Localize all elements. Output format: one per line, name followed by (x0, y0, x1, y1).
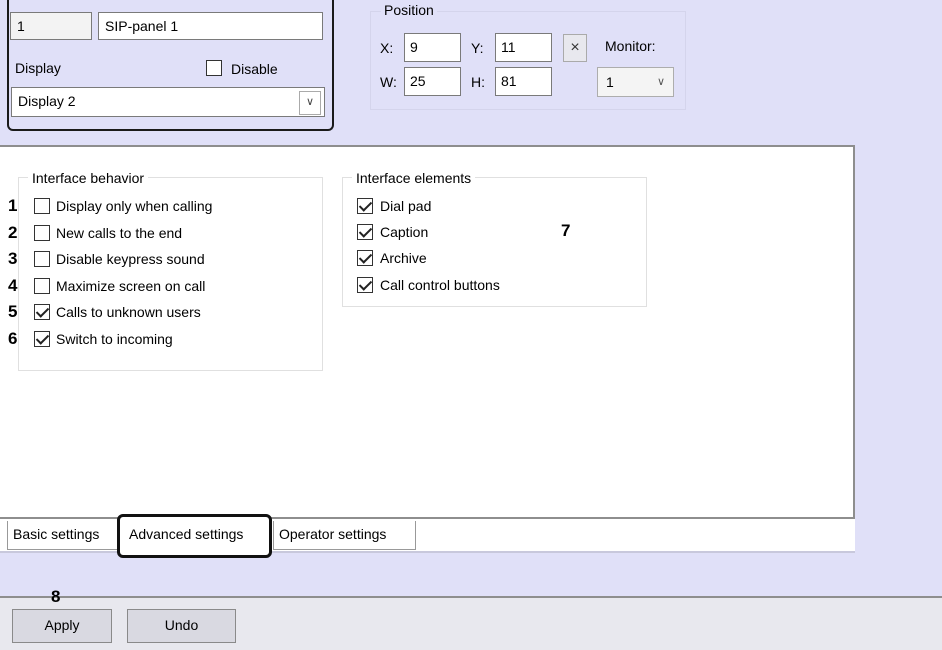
apply-button[interactable]: Apply (12, 609, 112, 643)
close-icon: × (570, 39, 580, 56)
new-calls-to-end-label: New calls to the end (56, 225, 183, 241)
disable-label: Disable (231, 61, 278, 77)
marker-1: 1 (8, 196, 18, 215)
switch-to-incoming-label: Switch to incoming (56, 331, 173, 347)
caption-label: Caption (380, 224, 429, 240)
undo-button[interactable]: Undo (127, 609, 236, 643)
tab-operator-settings[interactable]: Operator settings (273, 521, 416, 550)
dial-pad-label: Dial pad (380, 198, 432, 214)
position-title: Position (381, 2, 437, 18)
marker-4: 4 (8, 276, 18, 295)
chevron-down-icon[interactable]: ∨ (299, 91, 321, 115)
interface-behavior-title: Interface behavior (28, 170, 149, 186)
maximize-screen-on-call-checkbox[interactable] (34, 278, 50, 294)
marker-6: 6 (8, 329, 18, 348)
calls-to-unknown-users-checkbox[interactable] (34, 304, 50, 320)
clear-position-button[interactable]: × (563, 34, 587, 62)
x-label: X: (380, 40, 394, 56)
x-input[interactable]: 9 (404, 33, 461, 62)
display-only-when-calling-label: Display only when calling (56, 198, 213, 214)
marker-2: 2 (8, 223, 18, 242)
call-control-buttons-checkbox[interactable] (357, 277, 373, 293)
new-calls-to-end-checkbox[interactable] (34, 225, 50, 241)
disable-keypress-sound-label: Disable keypress sound (56, 251, 205, 267)
call-control-buttons-label: Call control buttons (380, 277, 500, 293)
monitor-select[interactable]: 1 ∨ (597, 67, 674, 97)
tab-basic-settings[interactable]: Basic settings (7, 521, 127, 550)
h-label: H: (471, 74, 485, 90)
y-label: Y: (471, 40, 484, 56)
archive-checkbox[interactable] (357, 250, 373, 266)
switch-to-incoming-checkbox[interactable] (34, 331, 50, 347)
monitor-select-value: 1 (606, 74, 614, 90)
display-label: Display (15, 60, 61, 76)
display-select[interactable]: Display 2 ∨ (11, 87, 325, 117)
name-field[interactable]: SIP-panel 1 (98, 12, 323, 40)
chevron-down-icon: ∨ (656, 76, 665, 88)
monitor-label: Monitor: (605, 38, 656, 54)
caption-checkbox[interactable] (357, 224, 373, 240)
w-input[interactable]: 25 (404, 67, 461, 96)
marker-5: 5 (8, 302, 18, 321)
w-label: W: (380, 74, 397, 90)
h-input[interactable]: 81 (495, 67, 552, 96)
marker-8: 8 (51, 587, 61, 606)
tab-advanced-settings[interactable]: Advanced settings (117, 514, 272, 558)
id-field[interactable]: 1 (10, 12, 92, 40)
maximize-screen-on-call-label: Maximize screen on call (56, 278, 206, 294)
dial-pad-checkbox[interactable] (357, 198, 373, 214)
archive-label: Archive (380, 250, 427, 266)
display-select-value: Display 2 (18, 93, 76, 109)
calls-to-unknown-users-label: Calls to unknown users (56, 304, 201, 320)
y-input[interactable]: 11 (495, 33, 552, 62)
marker-7: 7 (561, 221, 571, 240)
disable-checkbox[interactable] (206, 60, 222, 76)
disable-keypress-sound-checkbox[interactable] (34, 251, 50, 267)
marker-3: 3 (8, 249, 18, 268)
display-only-when-calling-checkbox[interactable] (34, 198, 50, 214)
interface-elements-title: Interface elements (352, 170, 476, 186)
